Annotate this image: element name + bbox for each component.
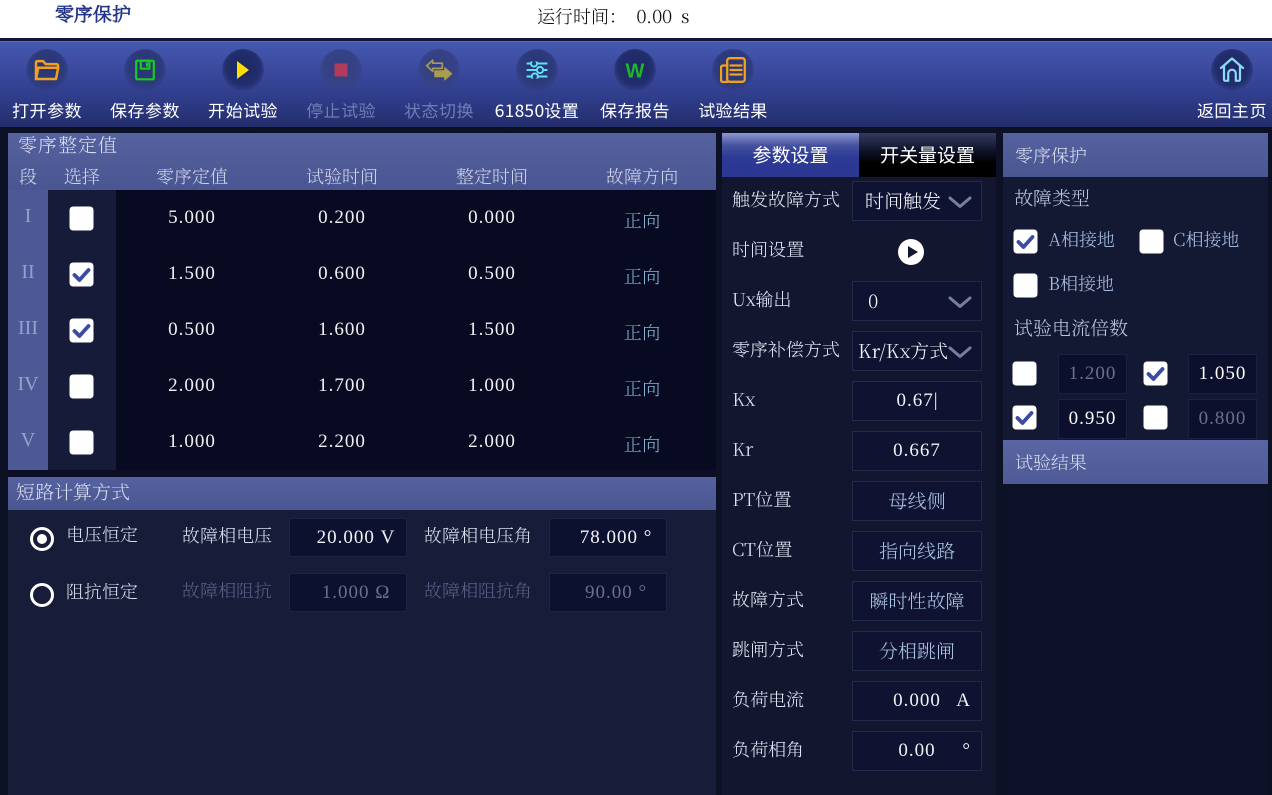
svg-text:W: W xyxy=(626,61,645,83)
